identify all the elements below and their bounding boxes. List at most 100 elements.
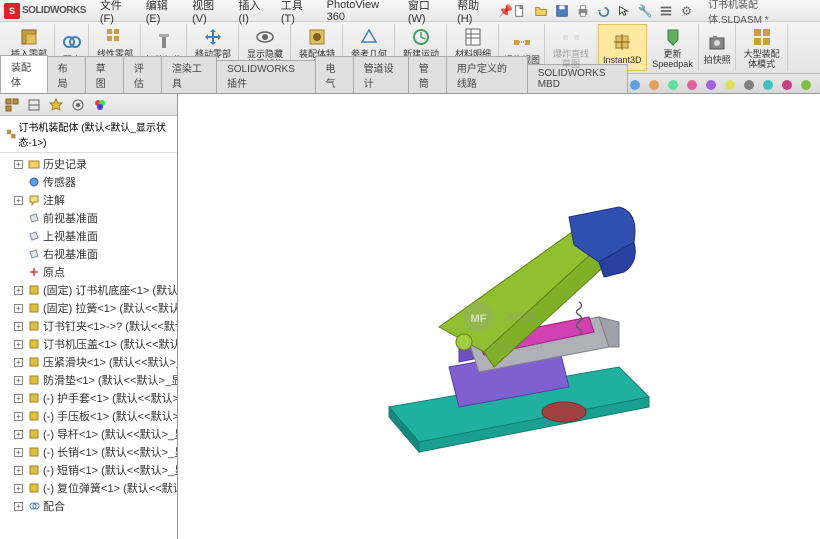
expand-icon[interactable]: + xyxy=(14,466,23,475)
options-icon[interactable] xyxy=(659,3,674,19)
ribbon-snapshot[interactable]: 拍快照 xyxy=(700,24,736,71)
bom-icon xyxy=(461,26,485,48)
tree-item[interactable]: +防滑垫<1> (默认<<默认>_显示状态 1 xyxy=(0,371,177,389)
expand-icon[interactable]: + xyxy=(14,484,23,493)
move-icon xyxy=(201,26,225,48)
menu-edit[interactable]: 编辑(E) xyxy=(140,0,186,27)
tree-item[interactable]: + (-) 导杆<1> (默认<<默认>_显示状态 1 xyxy=(0,425,177,443)
expand-icon[interactable]: + xyxy=(14,304,23,313)
pin-icon[interactable]: 📌 xyxy=(498,3,513,19)
new-icon[interactable] xyxy=(513,3,528,19)
open-icon[interactable] xyxy=(534,3,549,19)
expand-icon[interactable]: + xyxy=(14,322,23,331)
tree-item[interactable]: + 压紧滑块<1> (默认<<默认>_显示状态 xyxy=(0,353,177,371)
appearance-icon[interactable] xyxy=(798,77,814,93)
shade-icon[interactable] xyxy=(722,77,738,93)
tree-item[interactable]: +(-) 短销<1> (默认<<默认>_显示状态 1 xyxy=(0,461,177,479)
tree-item-label: (-) 导杆<1> (默认<<默认>_显示状态 1 xyxy=(43,426,177,442)
view-icon[interactable] xyxy=(703,77,719,93)
display-tab-icon[interactable] xyxy=(70,97,86,113)
property-tab-icon[interactable] xyxy=(26,97,42,113)
tab-草图[interactable]: 草图 xyxy=(85,56,124,93)
expand-icon[interactable]: + xyxy=(14,412,23,421)
fastener-icon xyxy=(152,30,176,54)
tab-渲染工具[interactable]: 渲染工具 xyxy=(161,56,217,93)
zoom-icon[interactable] xyxy=(627,77,643,93)
expand-icon[interactable]: + xyxy=(14,358,23,367)
tab-布局[interactable]: 布局 xyxy=(47,56,86,93)
tree-item[interactable]: 原点 xyxy=(0,263,177,281)
tree-root[interactable]: 订书机装配体 (默认<默认_显示状态-1>) xyxy=(0,116,177,153)
pan-icon[interactable] xyxy=(646,77,662,93)
feature-tree-panel: 订书机装配体 (默认<默认_显示状态-1>) +历史记录传感器+注解前视基准面上… xyxy=(0,94,178,539)
tree-item[interactable]: 传感器 xyxy=(0,173,177,191)
tree-item[interactable]: +订书机压盖<1> (默认<<默认>_显示状 xyxy=(0,335,177,353)
tab-电气[interactable]: 电气 xyxy=(315,56,354,93)
menu-help[interactable]: 帮助(H) xyxy=(451,0,498,27)
expand-icon[interactable]: + xyxy=(14,286,23,295)
tree-item[interactable]: +(-) 复位弹簧<1> (默认<<默认>_显示状 xyxy=(0,479,177,497)
tab-管筒[interactable]: 管筒 xyxy=(408,56,447,93)
tree-item[interactable]: +(-) 长销<1> (默认<<默认>_显示状态 1 xyxy=(0,443,177,461)
tab-SOLIDWORKS 插件[interactable]: SOLIDWORKS 插件 xyxy=(216,60,315,93)
tree-item-label: 压紧滑块<1> (默认<<默认>_显示状态 xyxy=(43,354,177,370)
graphics-viewport[interactable]: MF 沐风网 www.mfcad.com xyxy=(178,94,820,539)
menu-tools[interactable]: 工具(T) xyxy=(275,0,321,27)
insert-icon xyxy=(17,26,41,48)
expand-icon[interactable]: + xyxy=(14,160,23,169)
tree-item[interactable]: 上视基准面 xyxy=(0,227,177,245)
tree-item[interactable]: 右视基准面 xyxy=(0,245,177,263)
menu-insert[interactable]: 插入(I) xyxy=(232,0,274,27)
tree-item[interactable]: +(固定) 订书机底座<1> (默认<<默认>_上 xyxy=(0,281,177,299)
ribbon-largeasm[interactable]: 大型装配体模式 xyxy=(737,24,788,71)
expand-icon[interactable]: + xyxy=(14,502,23,511)
feature-tree-tab-icon[interactable] xyxy=(4,97,20,113)
settings-icon[interactable]: ⚙ xyxy=(679,3,694,19)
ribbon-label: 爆炸直线草图 xyxy=(550,50,592,70)
appearance-tab-icon[interactable] xyxy=(92,97,108,113)
undo-icon[interactable] xyxy=(596,3,611,19)
ribbon-explline[interactable]: 爆炸直线草图 xyxy=(546,24,597,71)
tab-装配体[interactable]: 装配体 xyxy=(0,55,48,93)
tab-用户定义的线路[interactable]: 用户定义的线路 xyxy=(446,56,528,93)
tree-item[interactable]: +历史记录 xyxy=(0,155,177,173)
section-icon[interactable] xyxy=(684,77,700,93)
tree-item[interactable]: +(-) 手压板<1> (默认<<默认>_显示状态 xyxy=(0,407,177,425)
largeasm-icon xyxy=(750,26,774,48)
expand-icon[interactable]: + xyxy=(14,430,23,439)
print-icon[interactable] xyxy=(575,3,590,19)
expand-icon[interactable]: + xyxy=(14,376,23,385)
perspective-icon[interactable] xyxy=(779,77,795,93)
tree-item[interactable]: +(固定) 拉簧<1> (默认<<默认>_显示状态 xyxy=(0,299,177,317)
expand-icon[interactable]: + xyxy=(14,448,23,457)
rebuild-icon[interactable]: 🔧 xyxy=(638,3,653,19)
tab-评估[interactable]: 评估 xyxy=(123,56,162,93)
tree-item[interactable]: +(-) 护手套<1> (默认<<默认>_显示状态 xyxy=(0,389,177,407)
menu-view[interactable]: 视图(V) xyxy=(186,0,232,27)
menu-photoview[interactable]: PhotoView 360 xyxy=(321,0,402,25)
menu-window[interactable]: 窗口(W) xyxy=(402,0,451,27)
expand-icon[interactable]: + xyxy=(14,340,23,349)
tree-item[interactable]: +配合 xyxy=(0,497,177,515)
tab-管道设计[interactable]: 管道设计 xyxy=(353,56,409,93)
explline-icon xyxy=(559,26,583,48)
stapler-model xyxy=(309,167,689,467)
select-icon[interactable] xyxy=(617,3,632,19)
scene-icon[interactable] xyxy=(760,77,776,93)
tree-item[interactable]: +订书钉夹<1>->? (默认<<默认>_显示状 xyxy=(0,317,177,335)
part-icon xyxy=(28,284,40,296)
rotate-icon[interactable] xyxy=(665,77,681,93)
save-icon[interactable] xyxy=(555,3,570,19)
ribbon-speedpak[interactable]: 更新Speedpak xyxy=(648,24,699,71)
tree-item[interactable]: 前视基准面 xyxy=(0,209,177,227)
ribbon-label: 更新Speedpak xyxy=(652,50,694,70)
shadow-icon[interactable] xyxy=(741,77,757,93)
tree-item[interactable]: +注解 xyxy=(0,191,177,209)
expand-icon[interactable]: + xyxy=(14,196,23,205)
expand-icon[interactable]: + xyxy=(14,394,23,403)
menu-file[interactable]: 文件(F) xyxy=(94,0,140,27)
config-tab-icon[interactable] xyxy=(48,97,64,113)
part-icon xyxy=(28,392,40,404)
feature-tree[interactable]: +历史记录传感器+注解前视基准面上视基准面右视基准面原点+(固定) 订书机底座<… xyxy=(0,153,177,539)
sidebar-tabs xyxy=(0,94,177,116)
